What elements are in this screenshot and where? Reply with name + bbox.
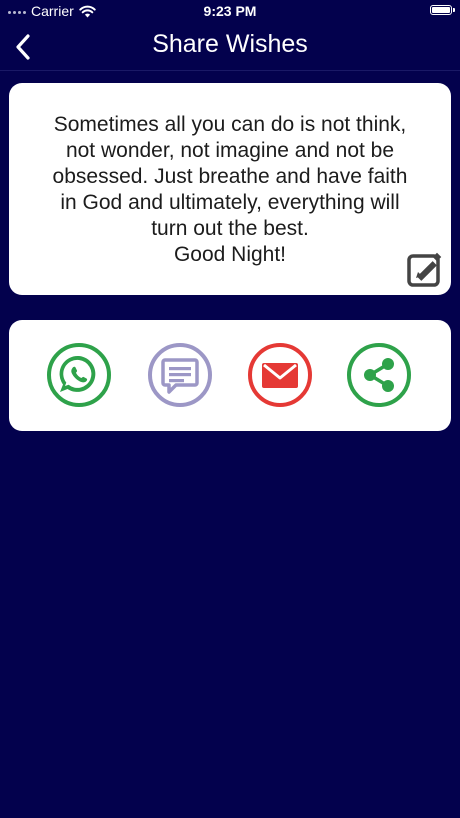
battery-fill <box>432 7 450 13</box>
wish-message: Sometimes all you can do is not think, n… <box>52 113 408 266</box>
status-time: 9:23 PM <box>203 3 257 19</box>
whatsapp-share-button[interactable] <box>46 342 112 408</box>
chevron-left-icon <box>16 34 30 60</box>
message-card: Sometimes all you can do is not think, n… <box>9 83 451 295</box>
edit-button[interactable] <box>407 251 443 287</box>
nav-bar: Share Wishes <box>0 22 460 71</box>
general-share-button[interactable] <box>346 342 412 408</box>
status-bar: Carrier 9:23 PM <box>0 0 460 22</box>
share-card <box>9 320 451 431</box>
battery-icon <box>430 5 455 15</box>
email-share-button[interactable] <box>247 342 313 408</box>
back-button[interactable] <box>10 32 36 62</box>
whatsapp-icon <box>47 343 111 407</box>
message-share-button[interactable] <box>147 342 213 408</box>
page-title: Share Wishes <box>152 30 308 58</box>
edit-icon <box>407 252 442 287</box>
email-icon <box>248 343 312 407</box>
message-icon <box>148 343 212 407</box>
share-icon <box>347 343 411 407</box>
